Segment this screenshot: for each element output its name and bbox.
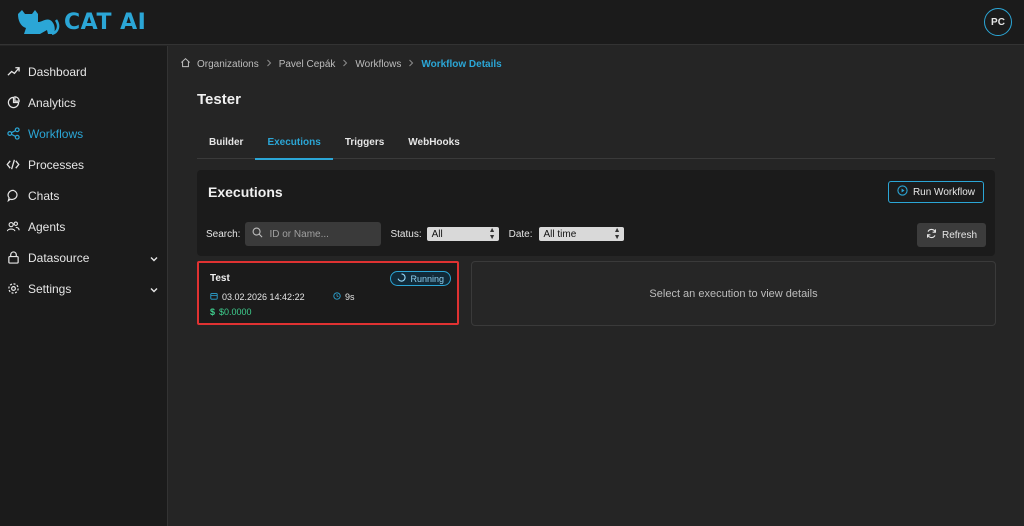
- status-label: Status:: [390, 228, 422, 240]
- select-arrows-icon: ▲ ▼: [488, 227, 496, 241]
- sidebar-item-datasource[interactable]: Datasource: [0, 242, 167, 273]
- breadcrumb: Organizations Pavel Cepák Workflows Work…: [180, 57, 502, 71]
- status-badge: Running: [390, 271, 451, 286]
- trending-up-icon: [6, 65, 20, 79]
- sidebar: Dashboard Analytics Workflows Processes …: [0, 46, 168, 526]
- top-bar: CAT AI PC: [0, 0, 1024, 45]
- refresh-label: Refresh: [941, 229, 977, 241]
- execution-datetime: 03.02.2026 14:42:22: [210, 292, 305, 302]
- sidebar-item-analytics[interactable]: Analytics: [0, 87, 167, 118]
- sidebar-item-workflows[interactable]: Workflows: [0, 118, 167, 149]
- chat-bubble-icon: [6, 189, 20, 203]
- share-nodes-icon: [6, 127, 20, 141]
- user-avatar[interactable]: PC: [984, 8, 1012, 36]
- clock-icon: [333, 292, 341, 302]
- execution-name: Test: [210, 273, 230, 284]
- details-empty-text: Select an execution to view details: [649, 287, 818, 300]
- date-select-value: All time: [543, 228, 577, 240]
- gear-icon: [6, 282, 20, 296]
- tab-triggers[interactable]: Triggers: [333, 126, 396, 159]
- sidebar-item-settings[interactable]: Settings: [0, 273, 167, 304]
- users-icon: [6, 220, 20, 234]
- status-badge-label: Running: [410, 273, 444, 284]
- breadcrumb-workflows[interactable]: Workflows: [355, 59, 401, 70]
- sidebar-item-agents[interactable]: Agents: [0, 211, 167, 242]
- date-label: Date:: [508, 228, 533, 240]
- sidebar-item-label: Dashboard: [28, 64, 87, 79]
- sidebar-item-label: Datasource: [28, 250, 90, 265]
- tab-builder[interactable]: Builder: [197, 126, 255, 159]
- search-label: Search:: [206, 228, 241, 240]
- refresh-icon: [926, 228, 937, 242]
- tab-webhooks[interactable]: WebHooks: [396, 126, 472, 159]
- sidebar-item-label: Workflows: [28, 126, 84, 141]
- status-select[interactable]: All ▲ ▼: [426, 227, 499, 241]
- pie-chart-icon: [6, 96, 20, 110]
- cat-logo-icon: [18, 10, 60, 36]
- chevron-down-icon[interactable]: [149, 284, 159, 294]
- execution-cost: $ $0.0000: [210, 307, 252, 317]
- sidebar-item-label: Settings: [28, 281, 72, 296]
- chevron-right-icon: [407, 59, 415, 70]
- search-icon: [252, 227, 263, 241]
- sidebar-item-label: Analytics: [28, 95, 77, 110]
- brand-name: CAT AI: [64, 9, 147, 35]
- code-icon: [6, 158, 20, 172]
- chevron-right-icon: [341, 59, 349, 70]
- sidebar-item-label: Processes: [28, 157, 85, 172]
- sidebar-item-label: Chats: [28, 188, 60, 203]
- execution-details-panel: Select an execution to view details: [471, 261, 996, 326]
- spinner-icon: [397, 273, 407, 284]
- main-content: Organizations Pavel Cepák Workflows Work…: [169, 46, 1024, 526]
- search-field[interactable]: [245, 222, 382, 246]
- select-arrows-icon: ▲ ▼: [613, 227, 621, 241]
- status-select-value: All: [431, 228, 443, 240]
- date-select[interactable]: All time ▲ ▼: [538, 227, 624, 241]
- sidebar-item-chats[interactable]: Chats: [0, 180, 167, 211]
- breadcrumb-organizations[interactable]: Organizations: [197, 59, 259, 70]
- calendar-icon: [210, 292, 218, 302]
- run-workflow-button[interactable]: Run Workflow: [887, 181, 984, 203]
- breadcrumb-organization-name[interactable]: Pavel Cepák: [279, 59, 336, 70]
- executions-title: Executions: [208, 184, 283, 200]
- chevron-right-icon: [265, 59, 273, 70]
- home-icon[interactable]: [180, 57, 191, 71]
- sidebar-item-label: Agents: [28, 219, 66, 234]
- run-workflow-label: Run Workflow: [912, 186, 975, 198]
- play-circle-icon: [897, 185, 908, 199]
- filter-row: Search: Status: All ▲▼ Date: All time ▲▼: [206, 222, 624, 246]
- dollar-icon: $: [210, 307, 216, 317]
- execution-card[interactable]: Test Running 03.02.2026 14:42:22 9s $ $0…: [197, 261, 459, 325]
- chevron-down-icon[interactable]: [149, 253, 159, 263]
- sidebar-item-processes[interactable]: Processes: [0, 149, 167, 180]
- executions-panel: Executions Run Workflow Search: Status: …: [197, 170, 995, 256]
- sidebar-item-dashboard[interactable]: Dashboard: [0, 56, 167, 87]
- execution-duration-value: 9s: [345, 292, 355, 302]
- execution-datetime-value: 03.02.2026 14:42:22: [222, 292, 305, 302]
- search-input[interactable]: [269, 228, 370, 240]
- lock-icon: [6, 251, 20, 265]
- brand-logo[interactable]: CAT AI: [16, 8, 146, 36]
- tab-executions[interactable]: Executions: [255, 126, 334, 160]
- breadcrumb-current: Workflow Details: [421, 58, 502, 70]
- execution-cost-value: $0.0000: [219, 307, 252, 317]
- execution-duration: 9s: [333, 292, 355, 302]
- refresh-button[interactable]: Refresh: [916, 223, 986, 247]
- page-title: Tester: [197, 91, 241, 108]
- tab-bar: Builder Executions Triggers WebHooks: [197, 126, 995, 160]
